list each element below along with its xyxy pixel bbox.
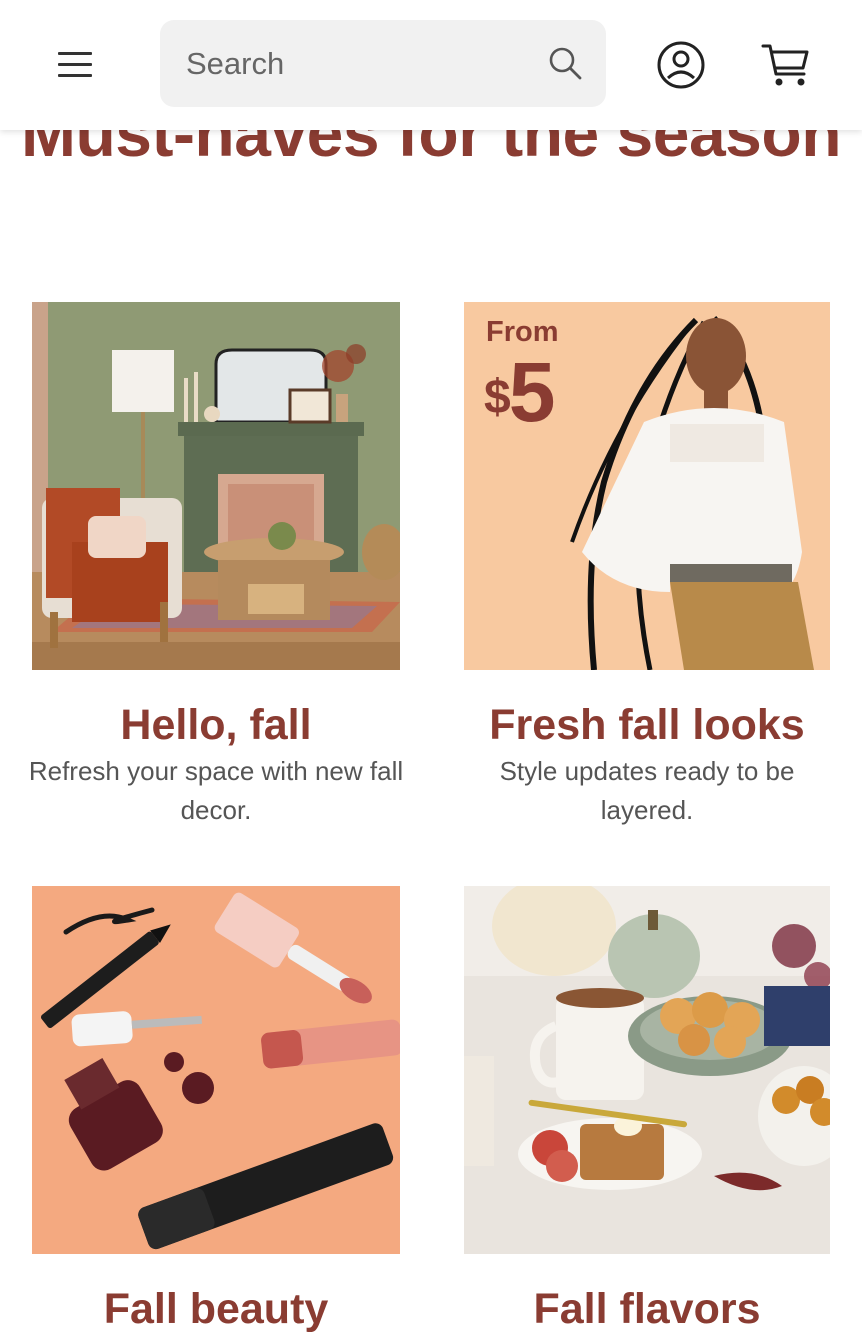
fall-food-image	[464, 886, 830, 1254]
promo-currency: $	[484, 371, 511, 424]
card-title: Fall beauty	[103, 1285, 329, 1333]
account-icon[interactable]	[656, 40, 706, 90]
search-icon[interactable]	[548, 46, 582, 80]
card-description: Style updates ready to be layered.	[499, 756, 795, 825]
menu-icon[interactable]	[56, 50, 96, 80]
search-input[interactable]	[184, 40, 528, 88]
top-header	[0, 0, 862, 130]
card-title: Hello, fall	[120, 701, 312, 749]
fashion-promo-image: From $5	[464, 302, 830, 670]
promo-price: $5	[484, 350, 555, 434]
search-bar[interactable]	[160, 20, 606, 107]
card-title: Fresh fall looks	[489, 701, 805, 749]
cart-icon[interactable]	[760, 40, 812, 90]
promo-price-value: 5	[508, 345, 556, 439]
card-title: Fall flavors	[533, 1285, 761, 1333]
card-description: Refresh your space with new fall decor.	[28, 756, 404, 825]
beauty-products-image	[32, 886, 400, 1254]
home-decor-image	[32, 302, 400, 670]
